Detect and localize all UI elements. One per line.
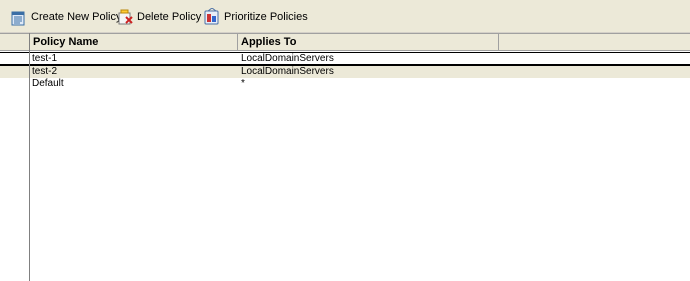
- new-policy-icon: [10, 8, 28, 26]
- column-header-policy-name[interactable]: Policy Name: [30, 34, 238, 50]
- applies-to-cell: LocalDomainServers: [241, 53, 334, 64]
- prioritize-policies-icon: [203, 8, 221, 26]
- column-header-applies-to[interactable]: Applies To: [238, 34, 499, 50]
- grid-header: Policy Name Applies To: [0, 33, 690, 51]
- table-row[interactable]: test-2 LocalDomainServers: [0, 66, 690, 78]
- delete-policy-label: Delete Policy: [137, 11, 202, 23]
- row-header-gutter: [0, 34, 30, 50]
- policy-manager-pane: Create New Policy Delete Policy Prioriti…: [0, 0, 690, 281]
- column-header-empty: [499, 34, 690, 50]
- create-new-policy-label: Create New Policy: [31, 11, 122, 23]
- row-header-divider: [29, 33, 30, 281]
- table-row[interactable]: test-1 LocalDomainServers: [0, 52, 690, 66]
- policy-name-cell: test-1: [32, 53, 58, 64]
- policy-name-cell: test-2: [32, 66, 58, 77]
- applies-to-cell: LocalDomainServers: [241, 66, 334, 77]
- table-row[interactable]: Default *: [0, 78, 690, 90]
- applies-to-cell: *: [241, 78, 245, 89]
- toolbar: Create New Policy Delete Policy Prioriti…: [0, 0, 690, 33]
- delete-policy-icon: [116, 8, 134, 26]
- prioritize-policies-button[interactable]: Prioritize Policies: [203, 7, 308, 27]
- create-new-policy-button[interactable]: Create New Policy: [10, 7, 121, 27]
- policy-grid: Policy Name Applies To test-1 LocalDomai…: [0, 33, 690, 281]
- delete-policy-button[interactable]: Delete Policy: [116, 7, 201, 27]
- prioritize-policies-label: Prioritize Policies: [224, 11, 308, 23]
- policy-name-cell: Default: [32, 78, 64, 89]
